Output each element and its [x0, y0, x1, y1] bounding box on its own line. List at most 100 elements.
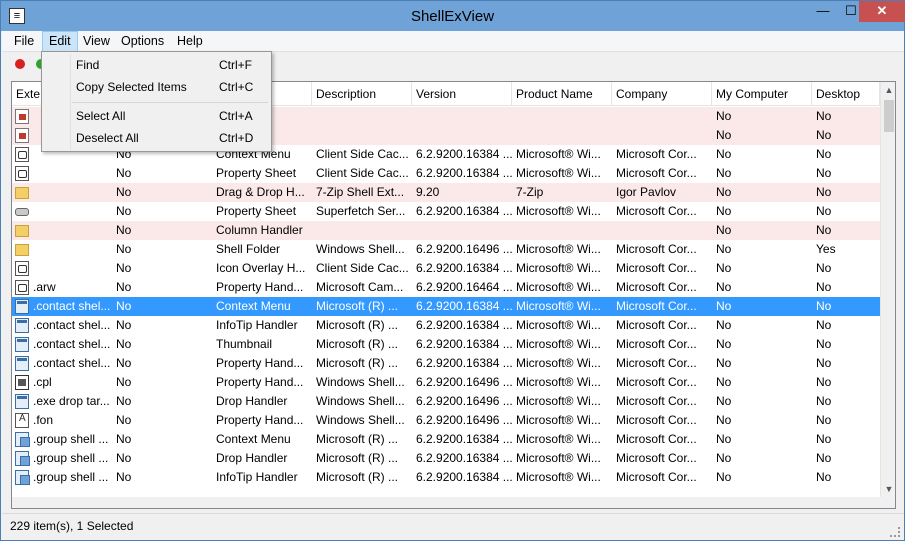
- cell-description: Microsoft (R) ...: [316, 432, 399, 446]
- cell-type: Property Hand...: [216, 413, 304, 427]
- cell-extension: .cpl: [33, 375, 52, 389]
- cell-extension: [29, 183, 112, 202]
- table-row[interactable]: No Drag & Drop H... 7-Zip Shell Ext... 9.20…: [12, 183, 880, 202]
- cell-disabled: No: [116, 280, 132, 294]
- cell-extension: .group shell ...: [33, 470, 109, 484]
- cell-version: 6.2.9200.16496 ...: [416, 242, 512, 256]
- cell-version: 9.20: [416, 185, 440, 199]
- cell-version: 6.2.9200.16384 ...: [416, 470, 512, 484]
- cell-version: 6.2.9200.16384 ...: [416, 451, 512, 465]
- resize-grip-icon[interactable]: [890, 527, 900, 537]
- minimize-button[interactable]: —: [809, 1, 837, 22]
- cell-extension: .exe drop tar...: [33, 394, 110, 408]
- folder-icon: [15, 225, 29, 237]
- group-icon: [15, 432, 30, 447]
- cell-disabled: No: [116, 394, 132, 408]
- table-row[interactable]: .fon No Property Hand... Windows Shell... 6.…: [12, 411, 880, 430]
- table-row[interactable]: No Property Sheet Superfetch Ser... 6.2.920…: [12, 202, 880, 221]
- menu-item-select-all[interactable]: Select All Ctrl+A: [44, 105, 269, 127]
- vertical-scrollbar[interactable]: ▲ ▼: [880, 82, 895, 497]
- table-row[interactable]: .arw No Property Hand... Microsoft Cam... 6.…: [12, 278, 880, 297]
- cell-description: Client Side Cac...: [316, 166, 409, 180]
- cell-my-computer: No: [716, 261, 732, 275]
- cell-product-name: Microsoft® Wi...: [516, 261, 601, 275]
- column-header-version[interactable]: Version: [412, 82, 512, 106]
- cell-company: Microsoft Cor...: [616, 280, 697, 294]
- menu-file[interactable]: File: [8, 31, 40, 52]
- cell-desktop: No: [816, 280, 832, 294]
- column-header-product-name[interactable]: Product Name: [512, 82, 612, 106]
- table-row[interactable]: .exe drop tar... No Drop Handler Windows Sh…: [12, 392, 880, 411]
- cell-disabled: No: [116, 470, 132, 484]
- cell-my-computer: No: [716, 185, 732, 199]
- menu-view[interactable]: View: [77, 31, 116, 52]
- table-row[interactable]: .group shell ... No InfoTip Handler Microso…: [12, 468, 880, 487]
- cell-my-computer: No: [716, 280, 732, 294]
- title-bar[interactable]: ≡ ShellExView — ☐ ✕: [1, 1, 905, 31]
- cell-type: Property Hand...: [216, 375, 304, 389]
- cell-description: 7-Zip Shell Ext...: [316, 185, 405, 199]
- table-row[interactable]: .contact shel... No Thumbnail Microsoft (R)…: [12, 335, 880, 354]
- menu-options[interactable]: Options: [115, 31, 170, 52]
- scroll-thumb[interactable]: [884, 100, 894, 132]
- table-row[interactable]: .group shell ... No Context Menu Microsoft …: [12, 430, 880, 449]
- disable-selected-icon[interactable]: [15, 59, 25, 69]
- column-header-description[interactable]: Description: [312, 82, 412, 106]
- cell-type: Shell Folder: [216, 242, 281, 256]
- table-row[interactable]: .contact shel... No InfoTip Handler Microso…: [12, 316, 880, 335]
- cell-extension: .contact shel...: [33, 299, 111, 313]
- column-header-company[interactable]: Company: [612, 82, 712, 106]
- close-button[interactable]: ✕: [859, 1, 905, 22]
- menu-item-find[interactable]: Find Ctrl+F: [44, 54, 269, 76]
- menu-item-label: Deselect All: [76, 131, 139, 145]
- cell-my-computer: No: [716, 109, 732, 123]
- cell-disabled: No: [116, 261, 132, 275]
- cell-company: Microsoft Cor...: [616, 432, 697, 446]
- cell-description: Windows Shell...: [316, 375, 405, 389]
- scroll-down-icon[interactable]: ▼: [881, 481, 895, 497]
- cell-company: [612, 126, 712, 145]
- menu-edit[interactable]: Edit: [42, 31, 78, 52]
- cell-description: Microsoft (R) ...: [316, 337, 399, 351]
- menu-item-copy-selected[interactable]: Copy Selected Items Ctrl+C: [44, 76, 269, 98]
- menu-item-shortcut: Ctrl+C: [219, 80, 254, 94]
- cell-product-name: Microsoft® Wi...: [516, 470, 601, 484]
- cell-type: Property Hand...: [216, 356, 304, 370]
- cell-extension: [29, 202, 112, 221]
- table-row[interactable]: No Column Handler No No: [12, 221, 880, 240]
- menu-item-deselect-all[interactable]: Deselect All Ctrl+D: [44, 127, 269, 149]
- cell-product-name: Microsoft® Wi...: [516, 432, 601, 446]
- table-row[interactable]: No Shell Folder Windows Shell... 6.2.9200.1…: [12, 240, 880, 259]
- cell-disabled: No: [116, 413, 132, 427]
- cell-extension: .contact shel...: [33, 337, 111, 351]
- edit-menu-dropdown: Find Ctrl+F Copy Selected Items Ctrl+C S…: [41, 51, 272, 152]
- menu-help[interactable]: Help: [171, 31, 209, 52]
- cell-desktop: No: [816, 375, 832, 389]
- cell-product-name: Microsoft® Wi...: [516, 166, 601, 180]
- cell-type: Column Handler: [216, 223, 303, 237]
- cell-desktop: No: [816, 204, 832, 218]
- table-row[interactable]: No Icon Overlay H... Client Side Cac... 6.2…: [12, 259, 880, 278]
- column-header-desktop[interactable]: Desktop: [812, 82, 880, 106]
- cell-disabled: No: [116, 166, 132, 180]
- table-row[interactable]: .group shell ... No Drop Handler Microsoft …: [12, 449, 880, 468]
- doc-icon: [15, 280, 29, 295]
- table-row[interactable]: .contact shel... No Context Menu Microsoft …: [12, 297, 880, 316]
- cell-company: [612, 107, 712, 126]
- app-icon: [15, 337, 29, 352]
- cell-disabled: No: [116, 432, 132, 446]
- column-header-my-computer[interactable]: My Computer: [712, 82, 812, 106]
- cell-my-computer: No: [716, 242, 732, 256]
- scroll-up-icon[interactable]: ▲: [881, 82, 895, 98]
- app-icon: [15, 318, 29, 333]
- cell-extension: [29, 164, 112, 183]
- table-row[interactable]: .contact shel... No Property Hand... Micros…: [12, 354, 880, 373]
- cell-description: Windows Shell...: [316, 394, 405, 408]
- app-window: ≡ ShellExView — ☐ ✕ File Edit View Optio…: [0, 0, 905, 541]
- table-row[interactable]: No Property Sheet Client Side Cac... 6.2.92…: [12, 164, 880, 183]
- cell-version: 6.2.9200.16496 ...: [416, 394, 512, 408]
- cell-desktop: No: [816, 432, 832, 446]
- folder-icon: [15, 244, 29, 256]
- cell-description: Client Side Cac...: [316, 261, 409, 275]
- table-row[interactable]: .cpl No Property Hand... Windows Shell... 6.…: [12, 373, 880, 392]
